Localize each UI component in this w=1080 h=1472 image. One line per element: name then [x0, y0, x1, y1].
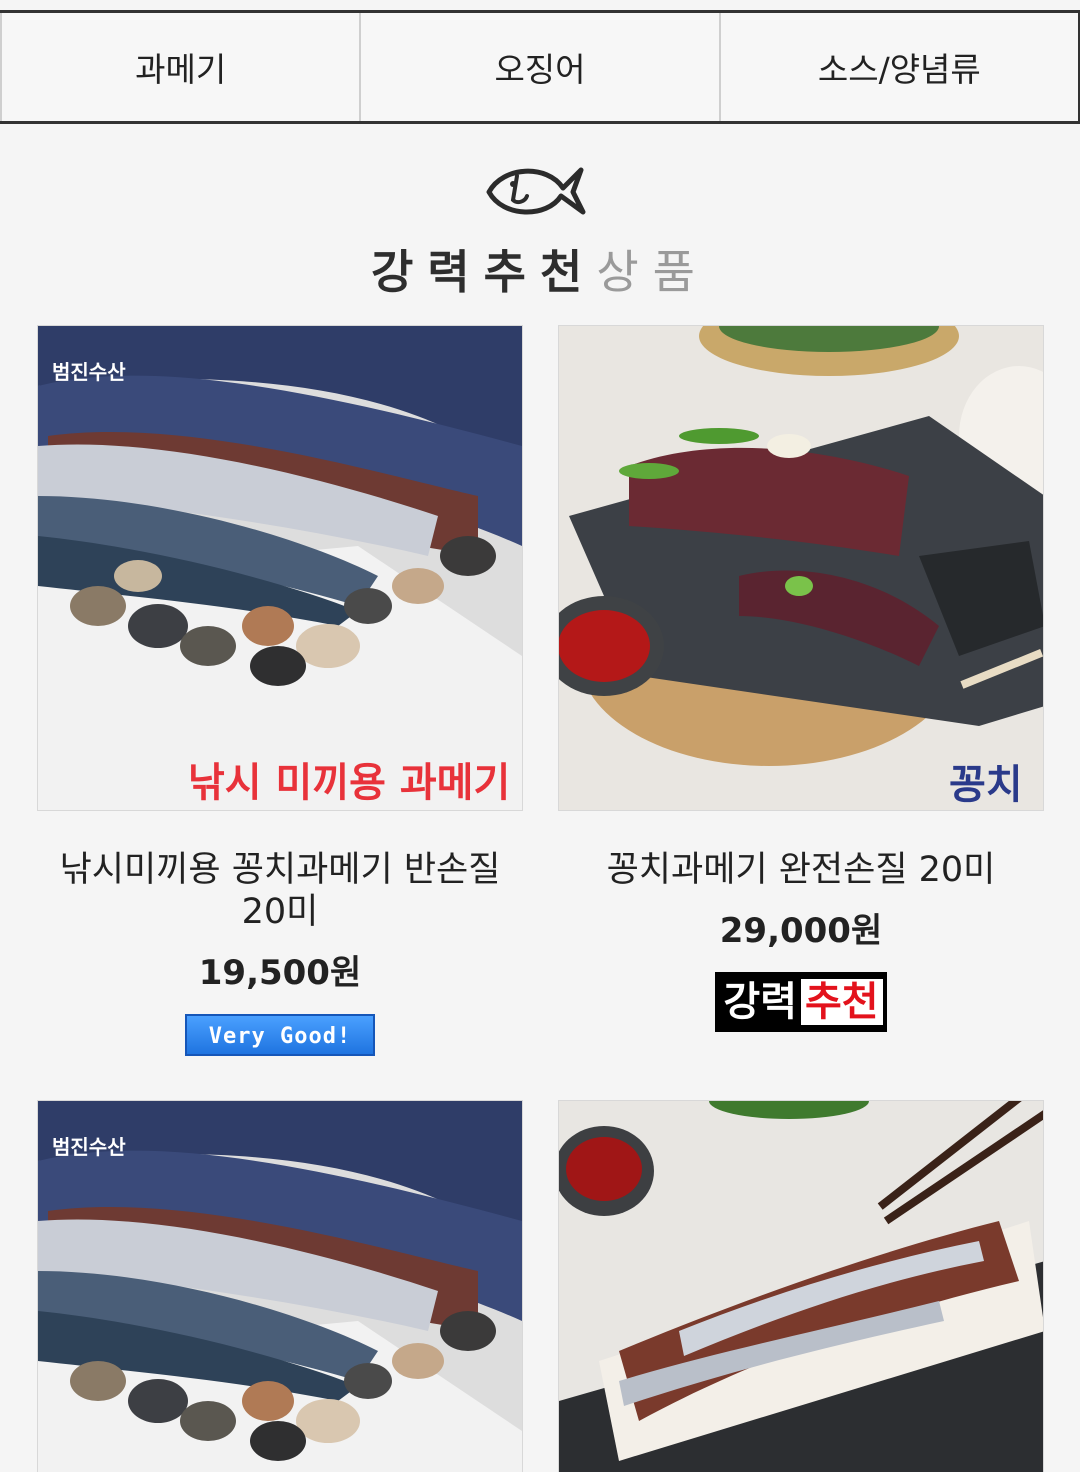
saury-slate-photo: [559, 326, 1043, 810]
badge-container: 강력 추천: [558, 972, 1044, 1032]
category-tabbar: 과메기 오징어 소스/양념류: [0, 10, 1080, 124]
very-good-badge: Very Good!: [185, 1014, 375, 1056]
badge-text-white: 강력: [723, 979, 797, 1025]
image-caption: 꽁치: [949, 762, 1023, 808]
tab-gwamegi[interactable]: 과메기: [0, 13, 362, 121]
section-title-light: 상품: [596, 245, 709, 299]
image-caption: 낚시 미끼용 과메기: [188, 760, 511, 806]
page: 과메기 오징어 소스/양념류 강력추천상품 범진수산 낚시 미끼용 과메기 낚시…: [0, 0, 1080, 1472]
brand-watermark: 범진수산: [52, 360, 126, 384]
section-title-dark: 강력추천: [371, 245, 597, 299]
product-card[interactable]: 범진수산 낚시 미끼용 과메기 낚시미끼용 꽁치과메기 반손질 20미 19,5…: [37, 325, 523, 1056]
product-image[interactable]: 범진수산 낚시 미끼용 과메기: [37, 325, 523, 811]
product-card[interactable]: 꽁치 꽁치과메기 완전손질 20미 29,000원 강력 추천: [558, 325, 1044, 1032]
tab-sauce[interactable]: 소스/양념류: [721, 13, 1080, 121]
badge-container: Very Good!: [37, 1014, 523, 1056]
fish-logo-icon: [486, 167, 586, 215]
product-card[interactable]: 범진수산: [37, 1100, 523, 1472]
section-title: 강력추천상품: [0, 236, 1080, 302]
tab-squid[interactable]: 오징어: [361, 13, 721, 121]
product-name[interactable]: 꽁치과메기 완전손질 20미: [558, 849, 1044, 891]
brand-watermark: 범진수산: [52, 1135, 126, 1159]
saury-chopsticks-photo: [559, 1101, 1043, 1472]
product-image[interactable]: 범진수산: [37, 1100, 523, 1472]
product-price: 29,000원: [719, 911, 883, 951]
product-image[interactable]: [558, 1100, 1044, 1472]
product-card[interactable]: [558, 1100, 1044, 1472]
strong-recommend-badge: 강력 추천: [715, 972, 887, 1032]
product-price: 19,500원: [198, 953, 362, 993]
saury-stones-photo: [38, 326, 522, 810]
badge-text-red: 추천: [801, 979, 883, 1025]
product-name[interactable]: 낚시미끼용 꽁치과메기 반손질 20미: [37, 849, 523, 933]
product-image[interactable]: 꽁치: [558, 325, 1044, 811]
